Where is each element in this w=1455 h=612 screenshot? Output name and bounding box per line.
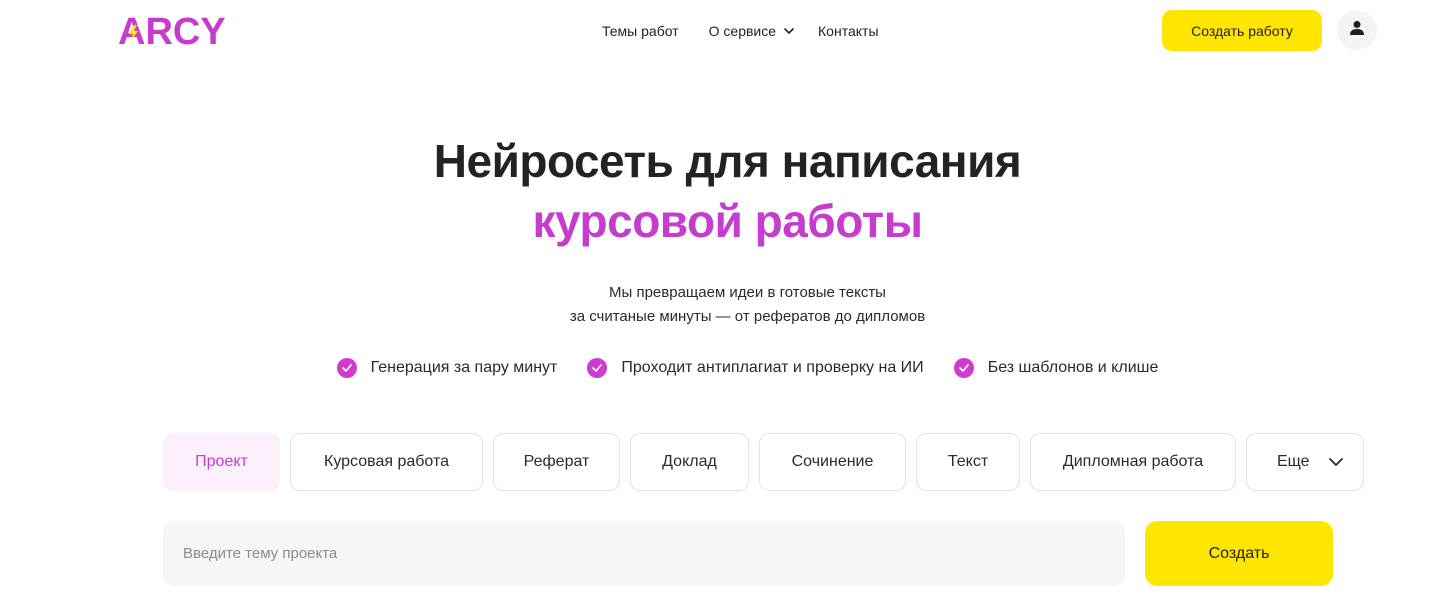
user-icon [1349,20,1365,41]
check-circle-icon [953,358,974,378]
feature-label: Без шаблонов и клише [987,359,1159,376]
check-circle-icon [587,358,608,378]
site-header: ARCY Темы работ О сервисе Контакты Созда… [0,0,1455,62]
logo-mark: ARCY [118,12,226,50]
chevron-down-icon [1329,453,1343,471]
topic-input-wrapper [163,521,1125,586]
nav-item-contacts[interactable]: Контакты [818,23,878,39]
nav-item-label: Контакты [818,23,879,39]
nav-item-themes[interactable]: Темы работ [602,23,679,39]
tab-label: Дипломная работа [1062,453,1204,470]
tab-label: Реферат [523,453,590,470]
check-circle-icon [336,358,357,378]
tab-text[interactable]: Текст [916,433,1020,491]
tab-composition[interactable]: Сочинение [759,433,906,491]
tab-coursework[interactable]: Курсовая работа [290,433,483,491]
topic-input[interactable] [183,545,1105,562]
main-nav: Темы работ О сервисе Контакты [602,20,879,42]
tab-essay-report[interactable]: Реферат [493,433,620,491]
hero-subtitle-line2: за считаные минуты — от рефератов до дип… [569,308,926,325]
tab-label: Курсовая работа [324,453,449,470]
feature-label: Генерация за пару минут [370,359,558,376]
nav-item-about[interactable]: О сервисе [709,23,794,39]
feature-label: Проходит антиплагиат и проверку на ИИ [621,359,924,376]
hero-title-line1: Нейросеть для написания [433,135,1022,187]
feature-item: Генерация за пару минут [336,358,558,378]
chevron-down-icon [784,28,794,34]
create-button[interactable]: Создать [1145,521,1333,586]
hero-title-line2: курсовой работы [532,195,923,247]
tab-label: Доклад [662,453,717,470]
tab-label: Еще [1277,453,1310,470]
hero-subtitle-line1: Мы превращаем идеи в готовые тексты [609,284,886,301]
tab-presentation-report[interactable]: Доклад [630,433,749,491]
nav-item-label: Темы работ [602,23,679,39]
tab-more-dropdown[interactable]: Еще [1246,433,1364,491]
feature-item: Без шаблонов и клише [953,358,1159,378]
create-work-button[interactable]: Создать работу [1162,10,1322,51]
tab-label: Текст [947,453,989,470]
tab-label: Проект [195,453,248,470]
tab-diploma[interactable]: Дипломная работа [1030,433,1236,491]
nav-item-label: О сервисе [708,23,777,39]
feature-list: Генерация за пару минут Проходит антипла… [0,358,1455,378]
profile-button[interactable] [1337,10,1377,50]
tab-project[interactable]: Проект [163,433,280,491]
arcy-logo[interactable]: ARCY [118,12,234,50]
work-type-tabs: Проект Курсовая работа Реферат Доклад Со… [163,433,1364,491]
feature-item: Проходит антиплагиат и проверку на ИИ [587,358,924,378]
tab-label: Сочинение [791,453,874,470]
